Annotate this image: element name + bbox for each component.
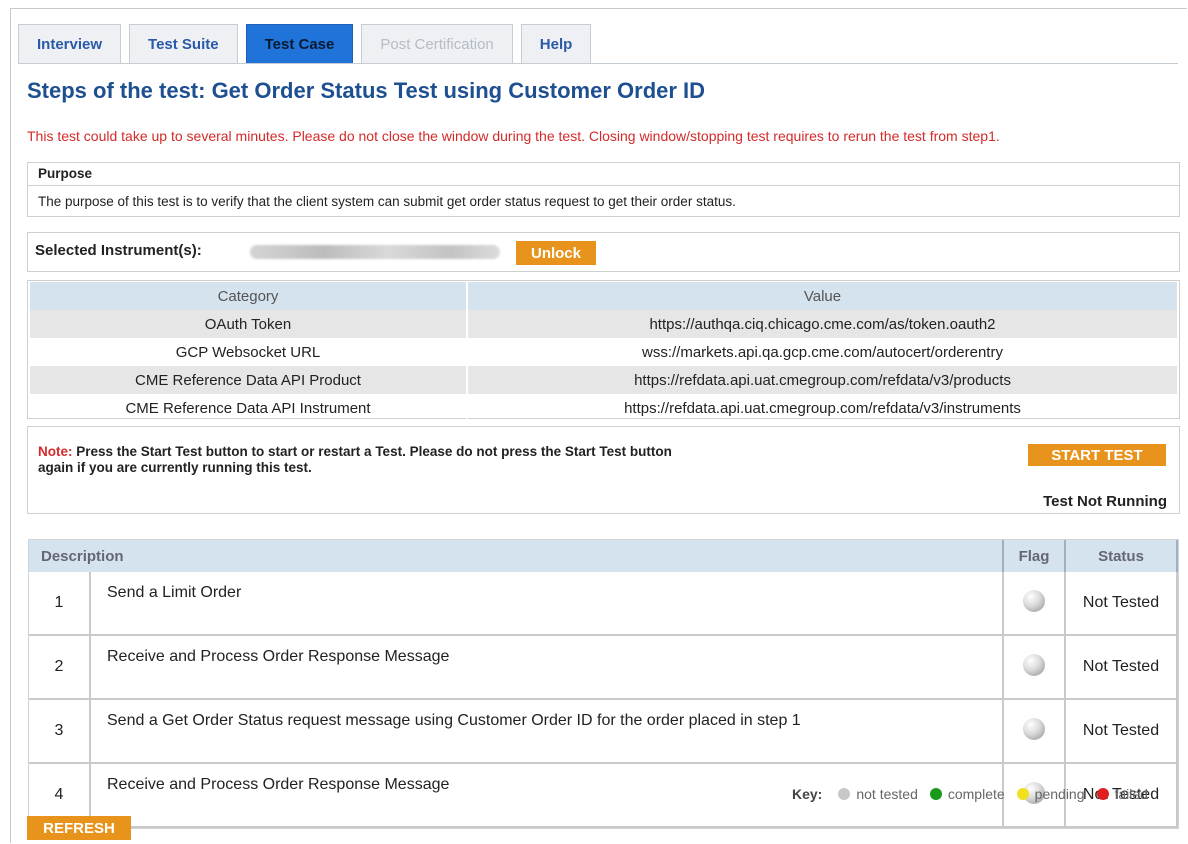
note-line2: again if you are currently running this … <box>38 460 312 475</box>
pending-dot-icon <box>1016 788 1029 800</box>
tab-post-certification: Post Certification <box>361 24 513 64</box>
config-category: OAuth Token <box>30 310 468 338</box>
tab-test-case[interactable]: Test Case <box>245 24 354 64</box>
tab-interview[interactable]: Interview <box>18 24 122 64</box>
purpose-box: Purpose The purpose of this test is to v… <box>27 162 1180 217</box>
note-line1: Press the Start Test button to start or … <box>72 444 672 459</box>
config-value: https://refdata.api.uat.cmegroup.com/ref… <box>467 366 1177 394</box>
purpose-text: The purpose of this test is to verify th… <box>38 194 736 209</box>
config-category: GCP Websocket URL <box>30 338 468 366</box>
tab-help[interactable]: Help <box>520 24 592 64</box>
table-row: 2 Receive and Process Order Response Mes… <box>29 636 1178 700</box>
instrument-panel: Selected Instrument(s): Unlock <box>27 232 1180 272</box>
note-label: Note: <box>38 444 73 459</box>
instrument-value-redacted <box>250 245 500 259</box>
table-row: 1 Send a Limit Order Not Tested <box>29 572 1178 636</box>
key-complete-label: complete <box>947 786 1005 802</box>
step-status: Not Tested <box>1066 636 1178 700</box>
unlock-button[interactable]: Unlock <box>516 241 596 265</box>
not-tested-flag-icon <box>1023 717 1045 740</box>
not-tested-flag-icon <box>1023 589 1045 612</box>
config-header-value: Value <box>467 282 1177 310</box>
step-status: Not Tested <box>1066 572 1178 636</box>
not-tested-dot-icon <box>838 788 851 800</box>
config-value: https://authqa.ciq.chicago.cme.com/as/to… <box>467 310 1177 338</box>
tab-test-suite[interactable]: Test Suite <box>129 24 238 64</box>
config-row: CME Reference Data API Product https://r… <box>30 366 1177 394</box>
purpose-heading: Purpose <box>28 163 1179 186</box>
config-header-category: Category <box>30 282 468 310</box>
page-title: Steps of the test: Get Order Status Test… <box>27 78 706 103</box>
flag-cell <box>1004 636 1066 700</box>
step-description: Send a Get Order Status request message … <box>91 700 1004 764</box>
note-panel: Note: Press the Start Test button to sta… <box>27 426 1180 514</box>
steps-header-status: Status <box>1066 540 1178 572</box>
key-label: Key: <box>792 786 823 802</box>
table-row: 3 Send a Get Order Status request messag… <box>29 700 1178 764</box>
flag-cell <box>1004 700 1066 764</box>
steps-header-description: Description <box>29 540 1004 572</box>
step-number: 1 <box>29 572 91 636</box>
key-pending-label: pending <box>1034 786 1085 802</box>
steps-header-flag: Flag <box>1004 540 1066 572</box>
config-value: https://refdata.api.uat.cmegroup.com/ref… <box>624 399 1021 417</box>
status-key: Key: not tested complete pending failed <box>792 786 1148 802</box>
key-not-tested-label: not tested <box>856 786 918 802</box>
config-row: CME Reference Data API Instrument https:… <box>30 394 1177 422</box>
step-status: Not Tested <box>1066 700 1178 764</box>
instrument-label: Selected Instrument(s): <box>35 242 202 259</box>
step-description: Send a Limit Order <box>91 572 1004 636</box>
config-category: CME Reference Data API Instrument <box>30 394 468 422</box>
config-table: Category Value OAuth Token https://authq… <box>27 280 1180 422</box>
step-number: 2 <box>29 636 91 700</box>
refresh-button[interactable]: REFRESH <box>27 816 131 840</box>
test-status-text: Test Not Running <box>1043 493 1167 510</box>
step-description: Receive and Process Order Response Messa… <box>91 636 1004 700</box>
failed-dot-icon <box>1096 788 1109 800</box>
complete-dot-icon <box>929 788 942 800</box>
key-failed-label: failed <box>1114 786 1148 802</box>
start-test-button[interactable]: START TEST <box>1028 444 1166 466</box>
config-row: GCP Websocket URL wss://markets.api.qa.g… <box>30 338 1177 366</box>
config-category: CME Reference Data API Product <box>30 366 468 394</box>
tab-divider <box>18 63 1178 64</box>
config-row: OAuth Token https://authqa.ciq.chicago.c… <box>30 310 1177 338</box>
note-text: Note: Press the Start Test button to sta… <box>38 444 838 476</box>
not-tested-flag-icon <box>1023 653 1045 676</box>
step-number: 3 <box>29 700 91 764</box>
flag-cell <box>1004 572 1066 636</box>
warning-message: This test could take up to several minut… <box>27 128 1000 144</box>
config-value: wss://markets.api.qa.gcp.cme.com/autocer… <box>642 343 1003 361</box>
tab-bar: Interview Test Suite Test Case Post Cert… <box>18 24 592 64</box>
